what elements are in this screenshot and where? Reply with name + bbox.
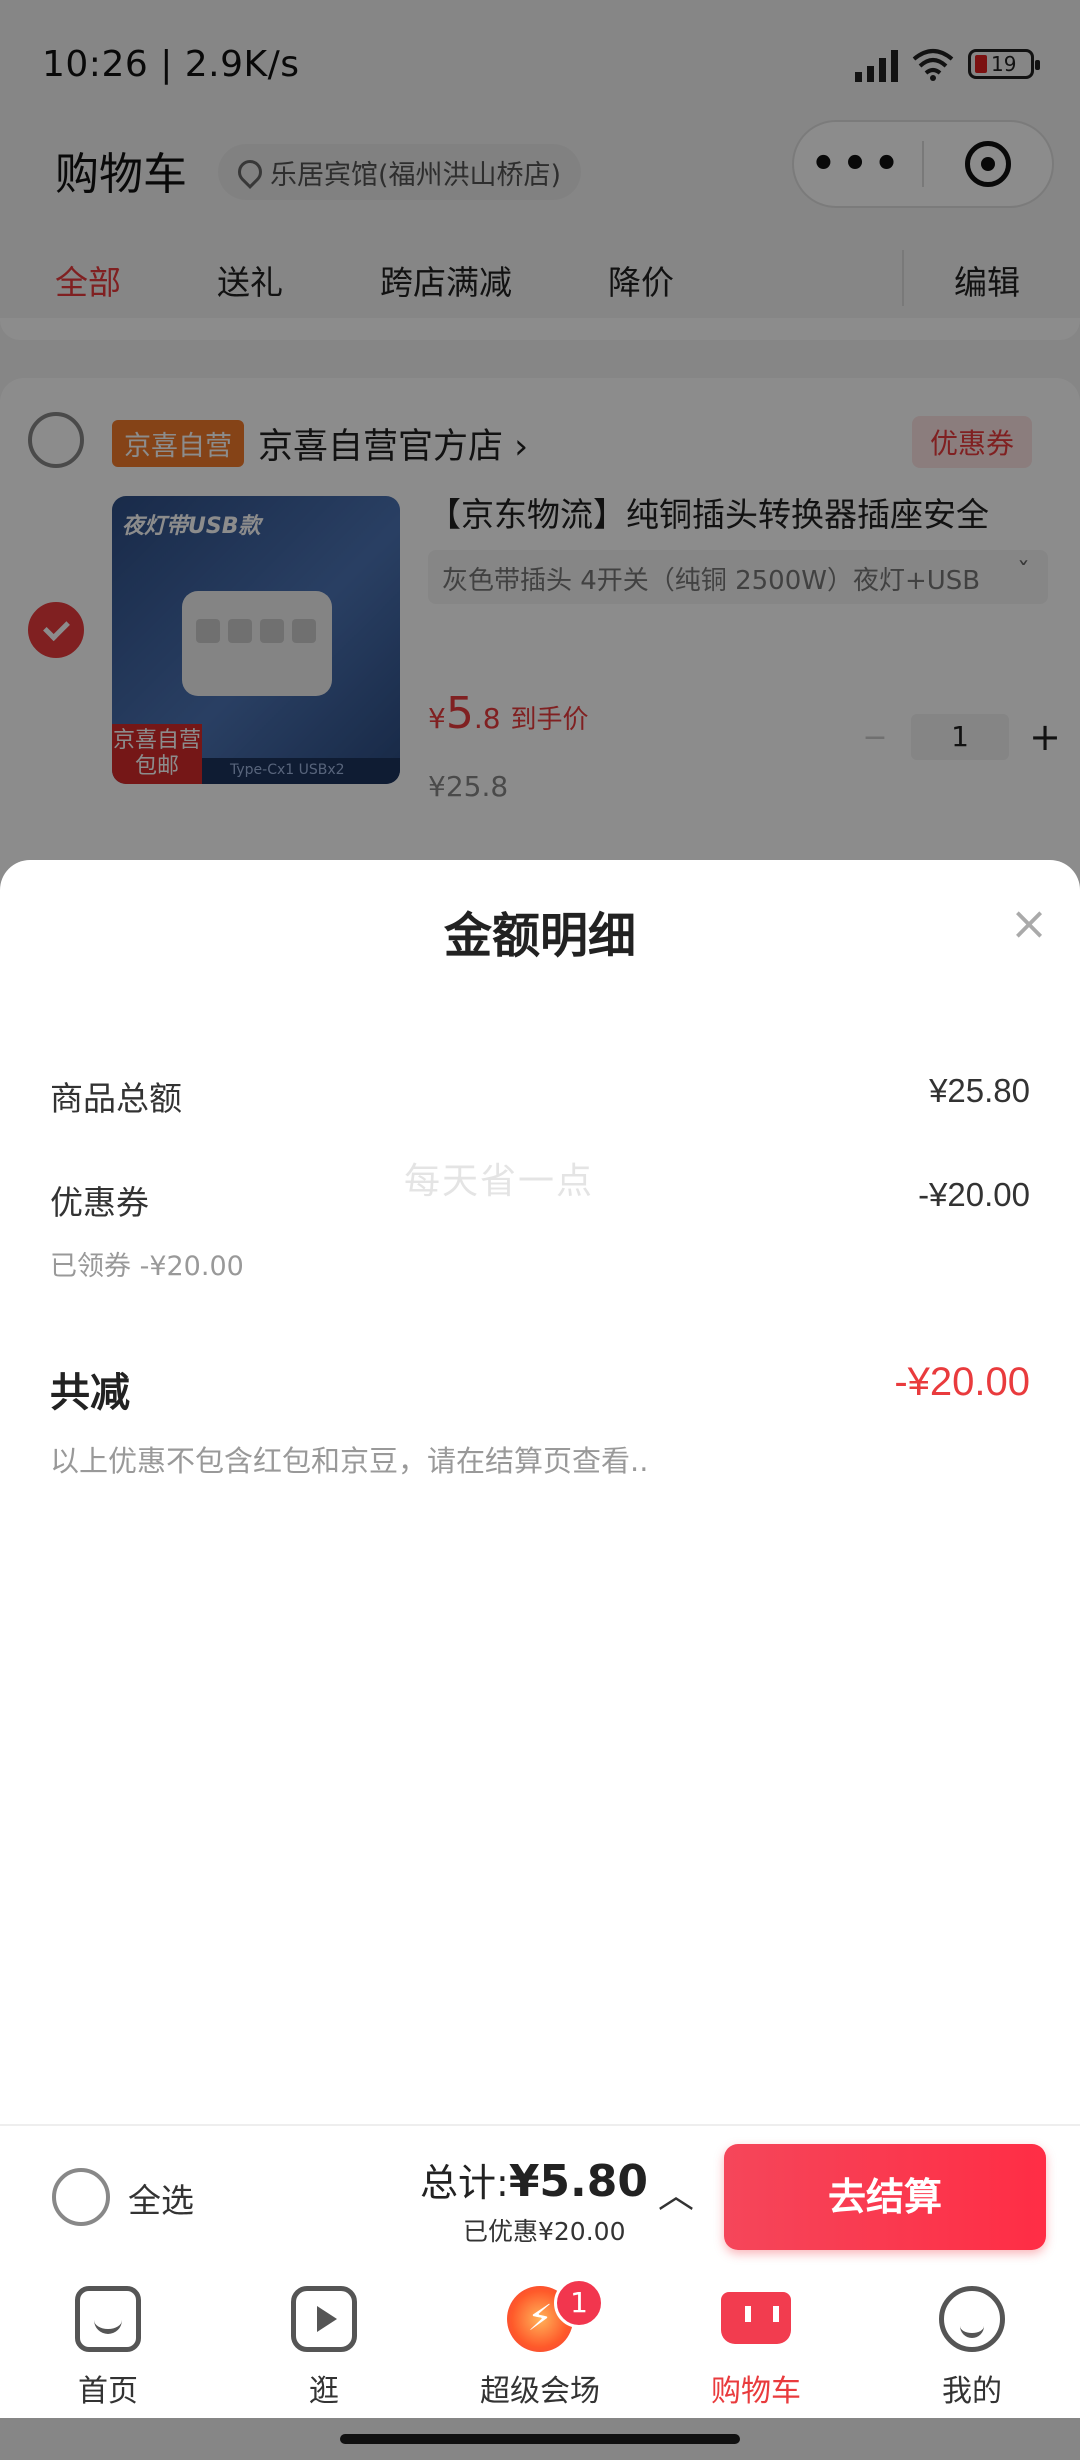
total-discount-value: -¥20.00 xyxy=(894,1360,1030,1404)
coupon-note: 已领券 -¥20.00 xyxy=(50,1251,244,1282)
bottom-nav: 首页 逛 ⚡ 1 超级会场 购物车 我的 xyxy=(0,2268,1080,2418)
select-all-label[interactable]: 全选 xyxy=(128,2174,194,2222)
goods-total-label: 商品总额 xyxy=(50,1079,182,1118)
close-icon[interactable]: × xyxy=(1004,898,1054,948)
checkout-total: 总计:¥5.80 xyxy=(420,2156,648,2207)
coupon-label: 优惠券 xyxy=(50,1183,149,1222)
goods-total-value: ¥25.80 xyxy=(929,1072,1030,1109)
select-all-radio[interactable] xyxy=(52,2168,110,2226)
nav-cart[interactable]: 购物车 xyxy=(648,2268,864,2418)
checkout-discount: 已优惠¥20.00 xyxy=(463,2217,626,2246)
discount-disclaimer: 以上优惠不包含红包和京豆，请在结算页查看.. xyxy=(50,1444,649,1478)
nav-profile[interactable]: 我的 xyxy=(864,2268,1080,2418)
nav-home[interactable]: 首页 xyxy=(0,2268,216,2418)
total-discount-label: 共减 xyxy=(50,1370,130,1416)
home-indicator[interactable] xyxy=(340,2434,740,2444)
notification-badge: 1 xyxy=(554,2278,604,2328)
price-detail-sheet: 金额明细 × 商品总额 ¥25.80 优惠券 -¥20.00 每天省一点 已领券… xyxy=(0,860,1080,2236)
chevron-up-icon[interactable]: ︿ xyxy=(658,2166,694,2218)
coupon-value: -¥20.00 xyxy=(918,1176,1030,1213)
play-icon xyxy=(291,2286,357,2352)
sheet-title: 金额明细 xyxy=(443,908,636,964)
checkout-bar: 全选 总计:¥5.80 已优惠¥20.00 ︿ 去结算 xyxy=(0,2124,1080,2268)
watermark-text: 每天省一点 xyxy=(404,1161,595,1202)
home-icon xyxy=(75,2286,141,2352)
checkout-button[interactable]: 去结算 xyxy=(724,2144,1046,2250)
nav-super-venue[interactable]: ⚡ 1 超级会场 xyxy=(432,2268,648,2418)
cart-icon xyxy=(721,2292,791,2344)
profile-icon xyxy=(939,2286,1005,2352)
nav-browse[interactable]: 逛 xyxy=(216,2268,432,2418)
